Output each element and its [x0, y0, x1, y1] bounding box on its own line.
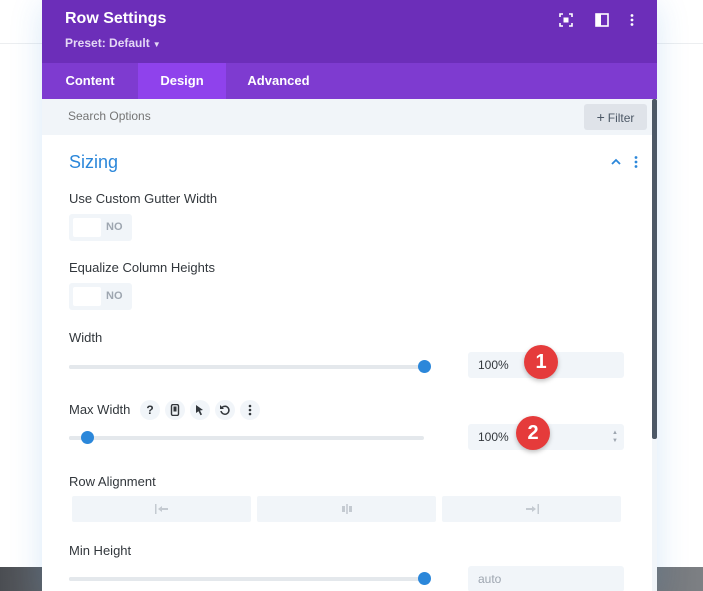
section-title[interactable]: Sizing [69, 152, 118, 173]
search-input[interactable] [68, 109, 368, 123]
tab-content[interactable]: Content [42, 63, 138, 99]
modal-header: Row Settings Preset: Default ▼ [42, 0, 657, 63]
more-vertical-icon[interactable] [240, 400, 260, 420]
filter-label: Filter [607, 111, 635, 125]
stepper-arrows-icon[interactable]: ▲ ▼ [612, 429, 618, 445]
max-width-label: Max Width [69, 402, 131, 417]
step-badge-1: 1 [524, 345, 558, 379]
cursor-icon[interactable] [190, 400, 210, 420]
align-left-button[interactable] [72, 496, 251, 522]
gutter-width-label: Use Custom Gutter Width [69, 191, 218, 206]
step-badge-2: 2 [516, 416, 550, 450]
max-width-slider[interactable] [69, 431, 424, 444]
search-bar: +Filter [42, 99, 652, 135]
toggle-state: NO [106, 221, 123, 233]
reset-icon[interactable] [215, 400, 235, 420]
fullscreen-icon[interactable] [558, 12, 574, 28]
toggle-state: NO [106, 290, 123, 302]
slider-fill [69, 577, 424, 581]
max-width-icon-group: ? [140, 400, 260, 420]
equalize-heights-toggle[interactable]: NO [69, 283, 132, 310]
toggle-knob [73, 218, 101, 237]
width-slider[interactable] [69, 360, 431, 373]
min-height-slider[interactable] [69, 572, 431, 585]
tab-advanced[interactable]: Advanced [226, 63, 331, 99]
preset-dropdown[interactable]: Preset: Default ▼ [65, 36, 161, 50]
min-height-input[interactable]: auto [468, 566, 624, 591]
tab-bar: Content Design Advanced [42, 63, 657, 99]
align-right-icon [525, 504, 539, 514]
preset-label: Preset: Default [65, 36, 150, 50]
min-height-label: Min Height [69, 543, 132, 558]
slider-thumb[interactable] [418, 572, 431, 585]
more-vertical-icon[interactable] [624, 12, 640, 28]
gutter-width-toggle[interactable]: NO [69, 214, 132, 241]
toggle-knob [73, 287, 101, 306]
scrollbar-thumb[interactable] [652, 99, 657, 439]
plus-icon: + [596, 109, 605, 125]
slider-thumb[interactable] [418, 360, 431, 373]
align-right-button[interactable] [442, 496, 621, 522]
width-label: Width [69, 330, 103, 345]
slider-thumb[interactable] [80, 431, 94, 444]
tab-design[interactable]: Design [138, 63, 226, 99]
help-icon[interactable]: ? [140, 400, 160, 420]
row-alignment-label: Row Alignment [69, 474, 156, 489]
align-center-button[interactable] [257, 496, 436, 522]
section-more-icon[interactable] [633, 155, 639, 174]
max-width-value: 100% [478, 430, 509, 444]
row-settings-modal: Row Settings Preset: Default ▼ Content De… [42, 0, 657, 591]
scrollbar-track [652, 439, 657, 591]
align-center-icon [341, 504, 352, 514]
equalize-heights-label: Equalize Column Heights [69, 260, 215, 275]
align-left-icon [154, 504, 168, 514]
slider-fill [69, 365, 424, 369]
mobile-icon[interactable] [165, 400, 185, 420]
modal-title: Row Settings [65, 10, 167, 27]
caret-down-icon: ▼ [152, 40, 161, 49]
chevron-up-icon[interactable] [610, 155, 622, 173]
filter-button[interactable]: + Filter [584, 104, 647, 130]
split-view-icon[interactable] [594, 12, 610, 28]
